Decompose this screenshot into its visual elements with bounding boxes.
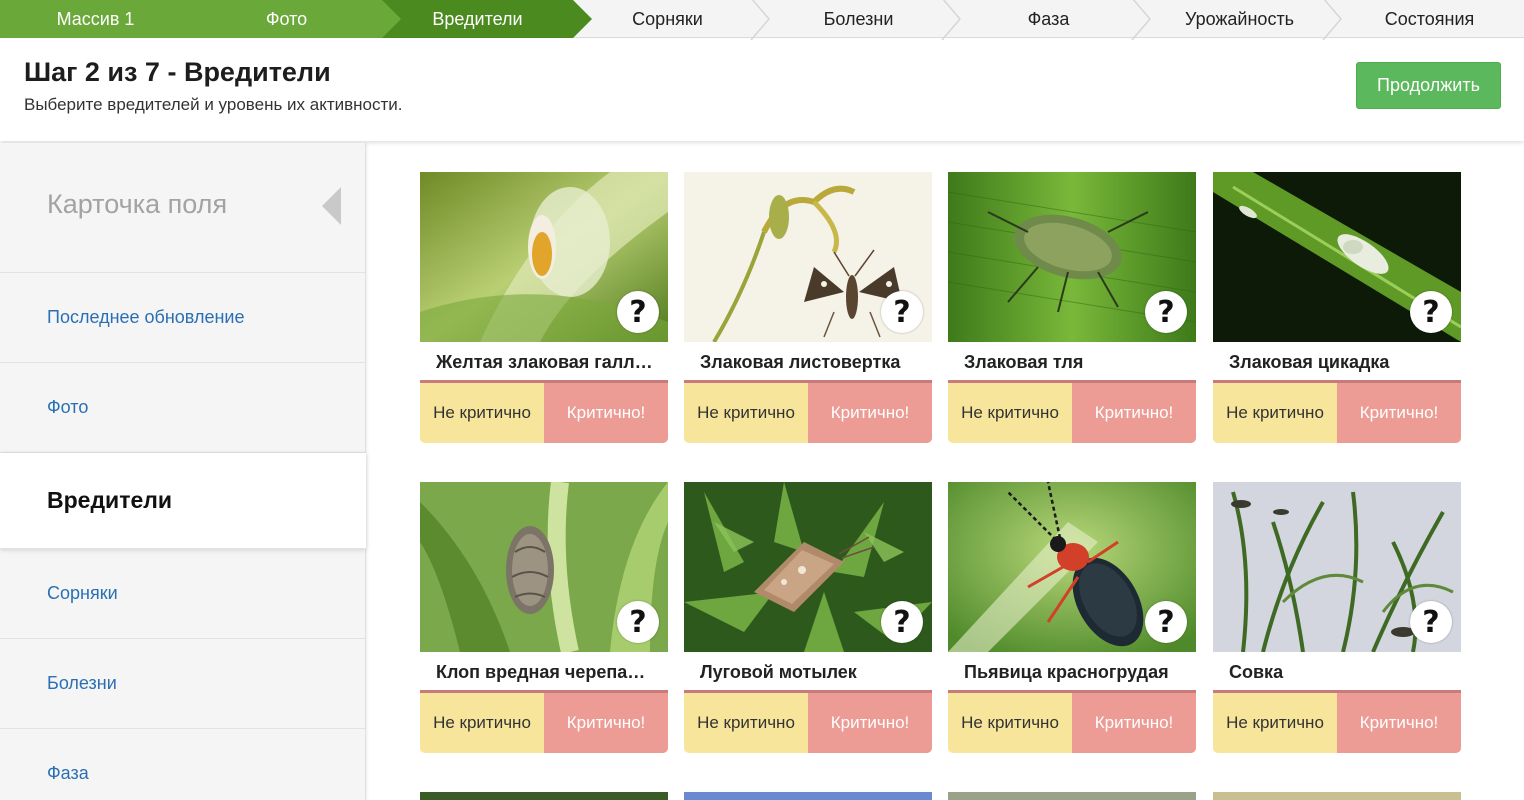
continue-button[interactable]: Продолжить: [1356, 62, 1501, 109]
page-subtitle: Выберите вредителей и уровень их активно…: [24, 95, 403, 114]
step-label: Болезни: [823, 8, 894, 29]
not-critical-button[interactable]: Не критично: [420, 383, 544, 443]
sidebar-item-weeds[interactable]: Сорняки: [0, 549, 366, 639]
help-question-icon[interactable]: ?: [1145, 601, 1187, 643]
step-diseases[interactable]: Болезни: [763, 0, 961, 40]
critical-button[interactable]: Критично!: [544, 693, 668, 753]
page-header: Шаг 2 из 7 - Вредители Выберите вредител…: [0, 39, 1524, 141]
help-question-icon[interactable]: ?: [617, 601, 659, 643]
sidebar-item-last-update[interactable]: Последнее обновление: [0, 273, 366, 363]
pest-photo[interactable]: [1213, 792, 1461, 800]
app-root: Массив 1 Фото Вредители Сорняки Болезни …: [0, 0, 1524, 800]
collapse-triangle-icon[interactable]: [322, 187, 341, 225]
sidebar-item-photo[interactable]: Фото: [0, 363, 366, 453]
help-question-icon[interactable]: ?: [1145, 291, 1187, 333]
critical-button[interactable]: Критично!: [544, 383, 668, 443]
help-question-icon[interactable]: ?: [1410, 291, 1452, 333]
not-critical-button[interactable]: Не критично: [420, 693, 544, 753]
step-array[interactable]: Массив 1: [0, 0, 210, 38]
wizard-steps: Массив 1 Фото Вредители Сорняки Болезни …: [0, 0, 1524, 40]
step-label: Массив 1: [56, 8, 135, 29]
sidebar-item-label: Последнее обновление: [47, 307, 245, 327]
pest-card: ? Злаковая листовертка Не критично Крити…: [684, 172, 932, 444]
pest-name: Злаковая листовертка: [700, 352, 901, 372]
help-question-icon[interactable]: ?: [881, 601, 923, 643]
step-separator: [750, 0, 770, 40]
pest-name: Клоп вредная черепа…: [436, 662, 646, 682]
critical-button[interactable]: Критично!: [1072, 383, 1196, 443]
sidebar-item-diseases[interactable]: Болезни: [0, 639, 366, 729]
not-critical-button[interactable]: Не критично: [684, 383, 808, 443]
critical-button[interactable]: Критично!: [1337, 383, 1461, 443]
activity-options: Не критично Критично!: [1213, 690, 1461, 753]
activity-options: Не критично Критично!: [420, 380, 668, 443]
sidebar-item-phase[interactable]: Фаза: [0, 729, 366, 800]
critical-button[interactable]: Критично!: [1072, 693, 1196, 753]
activity-options: Не критично Критично!: [948, 380, 1196, 443]
step-separator: [941, 0, 961, 40]
pest-card: ? Желтая злаковая галл… Не критично Крит…: [420, 172, 668, 444]
pest-card: ? Злаковая цикадка Не критично Критично!: [1213, 172, 1461, 444]
not-critical-button[interactable]: Не критично: [1213, 383, 1337, 443]
step-label: Фото: [265, 8, 308, 29]
pest-name: Луговой мотылек: [700, 662, 857, 682]
pest-name: Желтая злаковая галл…: [436, 352, 653, 372]
step-phase[interactable]: Фаза: [953, 0, 1151, 40]
pest-card: ? Пьявица красногрудая Не критично Крити…: [948, 482, 1196, 754]
page-title: Шаг 2 из 7 - Вредители: [24, 57, 331, 87]
sidebar-item-pests[interactable]: Вредители: [0, 453, 366, 549]
step-separator: [1131, 0, 1151, 40]
field-card-title: Карточка поля: [47, 189, 228, 219]
step-label: Состояния: [1384, 8, 1475, 29]
pest-photo[interactable]: [420, 792, 668, 800]
not-critical-button[interactable]: Не критично: [948, 693, 1072, 753]
step-yield[interactable]: Урожайность: [1144, 0, 1342, 40]
sidebar: Карточка поля Последнее обновление Фото …: [0, 143, 366, 800]
step-label: Сорняки: [632, 8, 703, 29]
pest-name: Совка: [1229, 662, 1284, 682]
critical-button[interactable]: Критично!: [808, 693, 932, 753]
pest-card: ? Клоп вредная черепа… Не критично Крити…: [420, 482, 668, 754]
sidebar-item-label: Фаза: [47, 763, 89, 783]
step-label: Вредители: [432, 8, 523, 29]
step-label: Урожайность: [1184, 8, 1295, 29]
activity-options: Не критично Критично!: [948, 690, 1196, 753]
critical-button[interactable]: Критично!: [808, 383, 932, 443]
step-pests[interactable]: Вредители: [382, 0, 592, 38]
pest-card: ? Луговой мотылек Не критично Критично!: [684, 482, 932, 754]
step-separator: [1322, 0, 1342, 40]
pest-name: Злаковая тля: [964, 352, 1084, 372]
help-question-icon[interactable]: ?: [881, 291, 923, 333]
help-question-icon[interactable]: ?: [1410, 601, 1452, 643]
pest-photo[interactable]: [948, 792, 1196, 800]
step-photo[interactable]: Фото: [191, 0, 401, 38]
activity-options: Не критично Критично!: [684, 380, 932, 443]
help-question-icon[interactable]: ?: [617, 291, 659, 333]
activity-options: Не критично Критично!: [1213, 380, 1461, 443]
critical-button[interactable]: Критично!: [1337, 693, 1461, 753]
pest-card: ? Злаковая тля Не критично Критично!: [948, 172, 1196, 444]
activity-options: Не критично Критично!: [684, 690, 932, 753]
not-critical-button[interactable]: Не критично: [1213, 693, 1337, 753]
activity-options: Не критично Критично!: [420, 690, 668, 753]
pest-photo[interactable]: [684, 792, 932, 800]
step-label: Фаза: [1027, 8, 1070, 29]
field-card-header[interactable]: Карточка поля: [0, 143, 366, 273]
pest-name: Злаковая цикадка: [1229, 352, 1390, 372]
pest-card: ? Совка Не критично Критично!: [1213, 482, 1461, 754]
sidebar-item-label: Вредители: [47, 487, 172, 513]
sidebar-item-label: Сорняки: [47, 583, 118, 603]
sidebar-item-label: Фото: [47, 397, 89, 417]
pest-name: Пьявица красногрудая: [964, 662, 1169, 682]
step-weeds[interactable]: Сорняки: [572, 0, 770, 40]
step-states[interactable]: Состояния: [1335, 0, 1524, 38]
not-critical-button[interactable]: Не критично: [948, 383, 1072, 443]
not-critical-button[interactable]: Не критично: [684, 693, 808, 753]
sidebar-item-label: Болезни: [47, 673, 117, 693]
